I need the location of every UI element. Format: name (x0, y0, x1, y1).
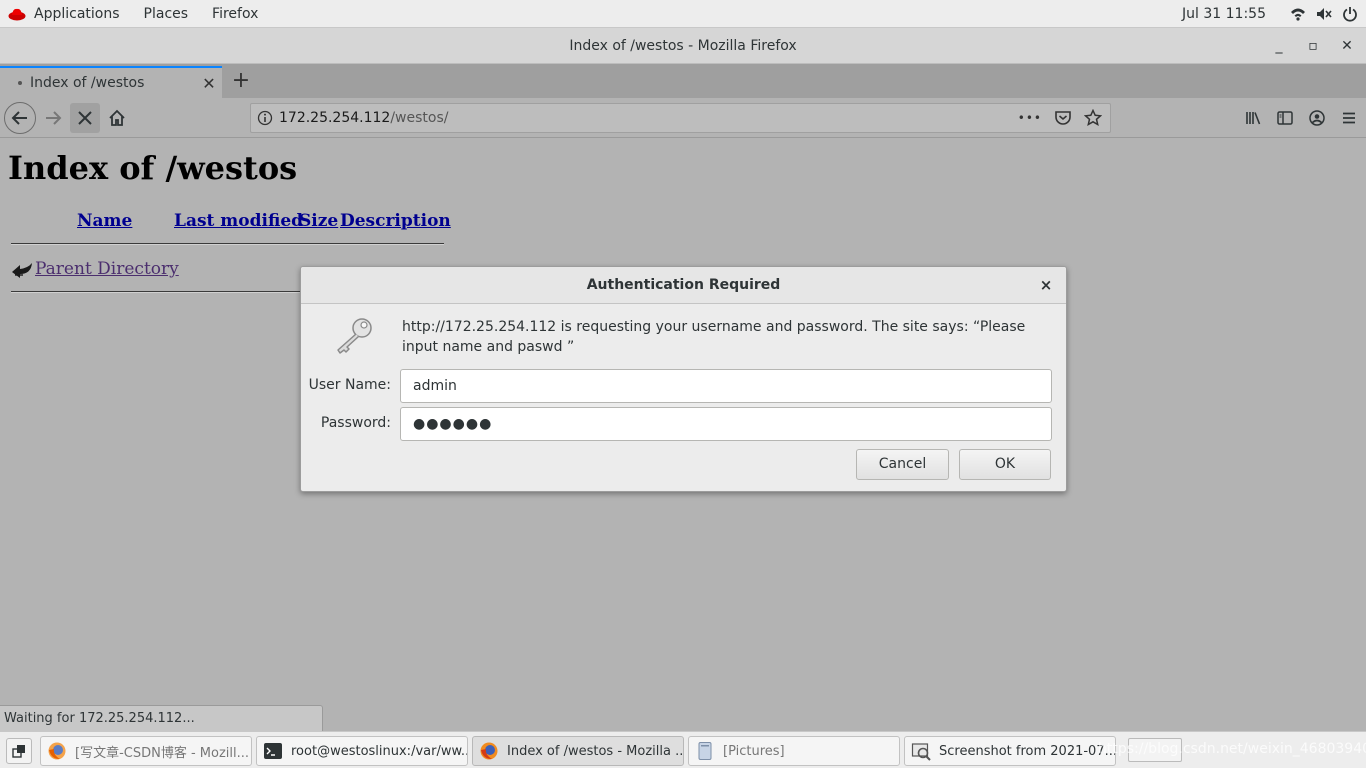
maximize-button[interactable]: ▫ (1296, 28, 1330, 64)
url-host: 172.25.254.112 (279, 110, 391, 126)
loading-indicator-icon (18, 81, 22, 85)
arrow-left-icon (11, 111, 27, 125)
column-header-size[interactable]: Size (299, 211, 338, 231)
show-desktop-icon (12, 745, 25, 758)
sidebar-icon[interactable] (1276, 109, 1294, 127)
dialog-close-button[interactable]: × (1036, 267, 1056, 304)
footer-divider (11, 291, 311, 293)
terminal-icon (264, 743, 282, 759)
username-field[interactable]: admin (400, 369, 1052, 403)
password-field[interactable]: ●●●●●● (400, 407, 1052, 441)
task-label: Screenshot from 2021-07... (939, 743, 1115, 759)
task-csdn-firefox[interactable]: [写文章-CSDN博客 - Mozill... (40, 736, 252, 766)
dialog-title: Authentication Required (586, 277, 781, 293)
cancel-button[interactable]: Cancel (856, 449, 949, 480)
power-icon[interactable] (1342, 6, 1358, 22)
watermark: https://blog.csdn.net/weixin_46803940 (1098, 741, 1366, 757)
column-header-last-modified[interactable]: Last modified (174, 211, 303, 231)
task-label: [写文章-CSDN博客 - Mozill... (75, 745, 250, 761)
task-firefox-westos[interactable]: Index of /westos - Mozilla ... (472, 736, 684, 766)
wifi-icon[interactable] (1290, 6, 1306, 22)
url-bar[interactable]: 172.25.254.112/westos/ ••• (250, 103, 1111, 133)
clock[interactable]: Jul 31 11:55 (1182, 6, 1266, 22)
home-button[interactable] (102, 103, 132, 133)
window-title: Index of /westos - Mozilla Firefox (569, 38, 797, 54)
status-bar: Waiting for 172.25.254.112... (0, 705, 323, 731)
parent-directory-link[interactable]: Parent Directory (35, 259, 179, 279)
back-arrow-folder-icon (12, 263, 32, 278)
home-icon (109, 109, 125, 126)
pocket-icon[interactable] (1054, 109, 1072, 127)
password-label: Password: (320, 415, 391, 431)
new-tab-button[interactable]: + (228, 68, 254, 94)
dialog-message: http://172.25.254.112 is requesting your… (402, 319, 1026, 355)
task-label: root@westoslinux:/var/ww... (291, 743, 467, 759)
stop-x-icon (78, 111, 92, 125)
column-header-description[interactable]: Description (340, 211, 451, 231)
firefox-icon (480, 742, 498, 760)
places-menu[interactable]: Places (132, 0, 201, 28)
tab-strip: Index of /westos ✕ + (0, 64, 1366, 98)
tab-close-button[interactable]: ✕ (196, 74, 222, 93)
task-screenshot[interactable]: Screenshot from 2021-07... (904, 736, 1116, 766)
dialog-header[interactable]: Authentication Required × (301, 267, 1066, 304)
ok-button[interactable]: OK (959, 449, 1051, 480)
key-icon (337, 318, 372, 354)
volume-muted-icon[interactable] (1316, 6, 1332, 22)
tab-label: Index of /westos (30, 75, 145, 91)
library-icon[interactable] (1244, 109, 1262, 127)
task-label: [Pictures] (723, 743, 785, 759)
hamburger-menu-icon[interactable] (1340, 109, 1358, 127)
app-menu-firefox[interactable]: Firefox (200, 0, 270, 28)
stop-button[interactable] (70, 103, 100, 133)
navigation-toolbar: 172.25.254.112/westos/ ••• (0, 98, 1366, 138)
password-mask: ●●●●●● (413, 416, 493, 432)
site-info-icon[interactable] (251, 110, 279, 126)
gnome-top-bar: Applications Places Firefox Jul 31 11:55 (0, 0, 1366, 28)
authentication-dialog: Authentication Required × http://172.25.… (300, 266, 1067, 492)
applications-menu[interactable]: Applications (22, 0, 132, 28)
window-close-button[interactable]: ✕ (1330, 28, 1364, 64)
task-terminal[interactable]: root@westoslinux:/var/ww... (256, 736, 468, 766)
page-actions-button[interactable]: ••• (1018, 111, 1042, 125)
forward-button[interactable] (38, 103, 68, 133)
arrow-right-icon (46, 111, 62, 125)
window-title-bar[interactable]: Index of /westos - Mozilla Firefox _ ▫ ✕ (0, 28, 1366, 64)
task-pictures[interactable]: [Pictures] (688, 736, 900, 766)
task-label: Index of /westos - Mozilla ... (507, 743, 683, 759)
header-divider (11, 243, 444, 245)
screenshot-icon (911, 743, 931, 761)
page-title: Index of /westos (8, 149, 298, 187)
username-label: User Name: (308, 377, 391, 393)
url-path: /westos/ (390, 110, 449, 126)
window-list-taskbar: [写文章-CSDN博客 - Mozill... root@westoslinux… (0, 731, 1366, 768)
tab-index-of-westos[interactable]: Index of /westos ✕ (0, 66, 222, 98)
minimize-button[interactable]: _ (1262, 28, 1296, 64)
account-icon[interactable] (1308, 109, 1326, 127)
bookmark-star-icon[interactable] (1084, 109, 1102, 127)
column-header-name[interactable]: Name (77, 211, 132, 231)
show-desktop-button[interactable] (6, 738, 32, 764)
folder-icon (698, 742, 712, 760)
back-button[interactable] (4, 102, 36, 134)
firefox-icon (48, 742, 66, 760)
